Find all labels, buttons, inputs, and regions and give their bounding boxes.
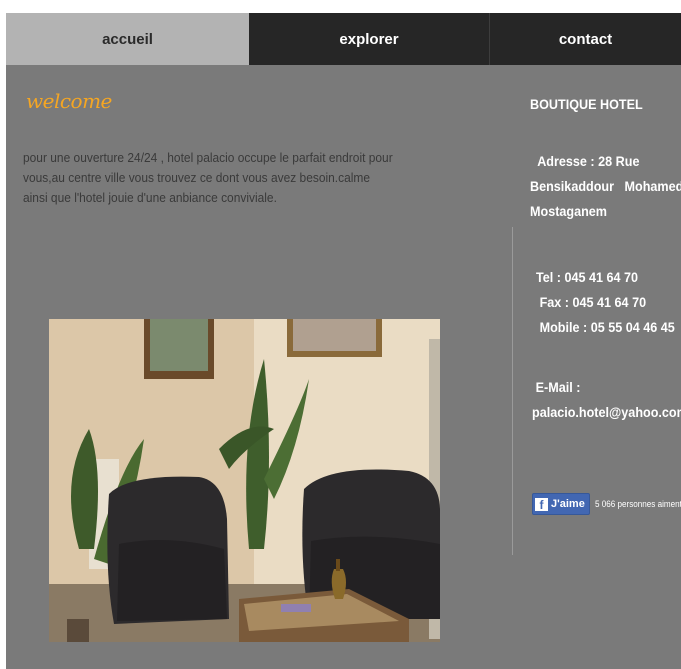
sidebar-divider (512, 227, 513, 555)
top-nav: accueil explorer contact (6, 13, 681, 65)
welcome-heading: welcome (26, 89, 112, 113)
address-line: Adresse : 28 Rue (537, 153, 640, 169)
tab-contact[interactable]: contact (490, 13, 681, 65)
email-link[interactable]: palacio.hotel@yahoo.com (532, 400, 681, 425)
address-line: Bensikaddour Mohamed- (530, 178, 681, 194)
email-label: E-Mail : (535, 379, 581, 395)
tab-accueil[interactable]: accueil (6, 13, 249, 65)
facebook-like-button[interactable]: f J'aime (532, 493, 590, 515)
sidebar-title: BOUTIQUE HOTEL (530, 96, 643, 112)
tel-text: Tel : 045 41 64 70 (536, 269, 639, 285)
page-frame: accueil explorer contact welcome pour un… (6, 13, 681, 669)
fax-text: Fax : 045 41 64 70 (539, 294, 647, 310)
facebook-like-count: 5 066 personnes aiment ça. (594, 499, 681, 509)
email-block: E-Mail : palacio.hotel@yahoo.com (532, 375, 681, 425)
mobile-text: Mobile : 05 55 04 46 45 (539, 319, 675, 335)
facebook-like-label: J'aime (551, 498, 585, 510)
facebook-like-widget: f J'aime 5 066 personnes aiment ça. (532, 493, 681, 515)
intro-text: pour une ouverture 24/24 , hotel palacio… (23, 150, 393, 205)
lobby-photo (49, 319, 440, 642)
contact-numbers: Tel : 045 41 64 70 Fax : 045 41 64 70 Mo… (536, 265, 675, 340)
tab-explorer[interactable]: explorer (249, 13, 490, 65)
facebook-icon: f (535, 497, 548, 511)
address-block: Adresse : 28 Rue Bensikaddour Mohamed- M… (530, 149, 681, 224)
address-line: Mostaganem (530, 203, 608, 219)
